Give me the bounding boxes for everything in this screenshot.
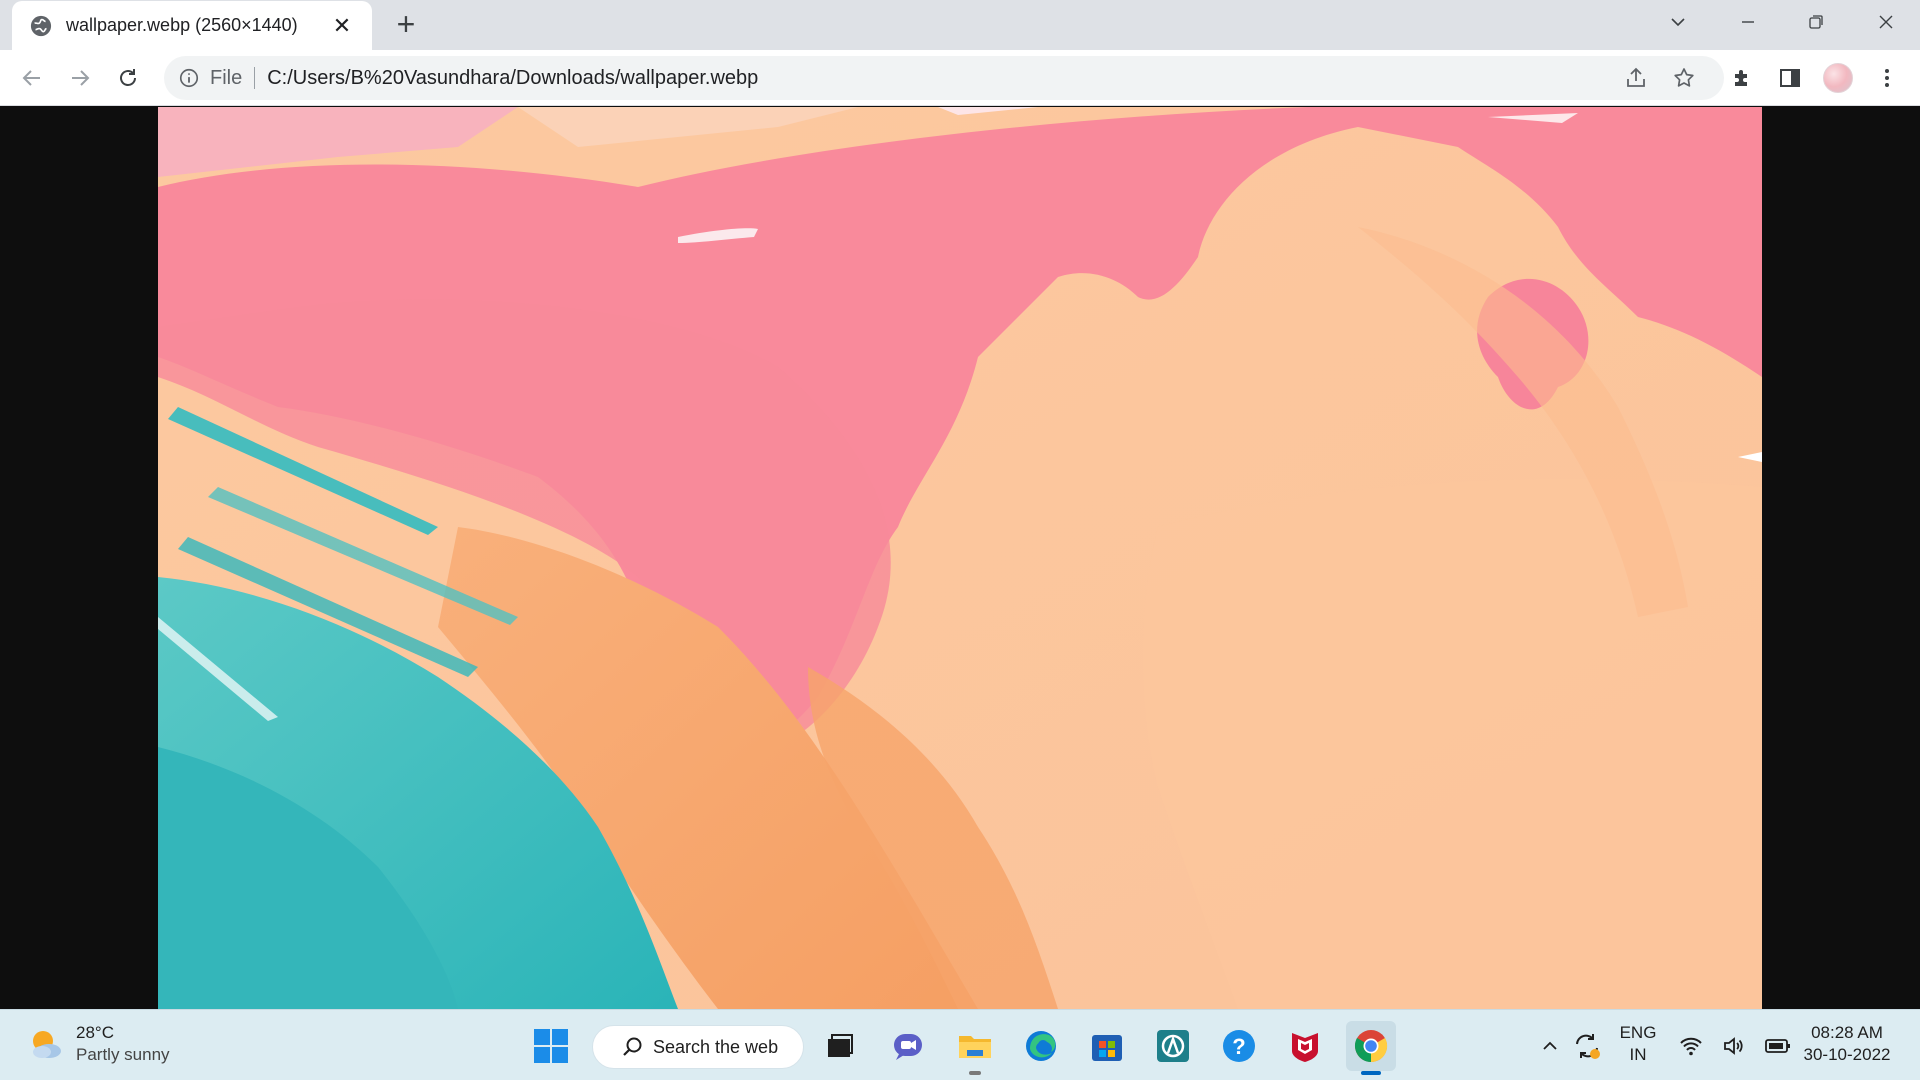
clock[interactable]: 08:28 AM 30-10-2022 (1794, 1022, 1900, 1066)
reload-icon (120, 69, 136, 86)
weather-condition: Partly sunny (76, 1045, 170, 1064)
scheme-label: File (210, 67, 256, 89)
file-explorer-running-indicator (969, 1071, 981, 1075)
weather-widget[interactable]: 28°C Partly sunny (28, 1022, 170, 1066)
chrome-icon (1354, 1030, 1388, 1063)
profile-avatar[interactable] (1823, 63, 1853, 93)
weather-temp: 28°C (76, 1023, 114, 1042)
taskbar: 28°C Partly sunny Search the web ? ENG I… (0, 1009, 1920, 1080)
close-tab-icon[interactable]: ✕ (330, 13, 354, 39)
task-view-button[interactable] (815, 1021, 865, 1071)
app-icon (1157, 1030, 1189, 1062)
forward-button[interactable] (62, 60, 98, 96)
windows-logo-icon (534, 1029, 568, 1063)
app-button[interactable] (1148, 1021, 1198, 1071)
help-icon: ? (1223, 1030, 1255, 1062)
globe-icon (30, 15, 52, 36)
arrow-right-icon (72, 70, 90, 86)
microsoft-store-button[interactable] (1082, 1021, 1132, 1071)
chrome-active-indicator (1361, 1071, 1381, 1075)
tab-title: wallpaper.webp (2560×1440) (66, 15, 298, 35)
extensions-puzzle-icon[interactable] (1728, 64, 1756, 92)
file-explorer-button[interactable] (950, 1021, 1000, 1071)
image-viewer (0, 107, 1920, 1009)
abstract-paint-artwork (158, 107, 1762, 1009)
minimize-button[interactable] (1720, 0, 1776, 44)
help-button[interactable]: ? (1214, 1021, 1264, 1071)
side-panel-icon[interactable] (1776, 64, 1804, 92)
quick-settings-button[interactable] (1670, 1021, 1800, 1071)
teams-chat-button[interactable] (883, 1021, 933, 1071)
chrome-button[interactable] (1346, 1021, 1396, 1071)
taskbar-search[interactable]: Search the web (592, 1025, 804, 1069)
chat-icon (894, 1034, 922, 1060)
partly-sunny-icon (33, 1031, 61, 1058)
folder-icon (959, 1036, 991, 1058)
more-menu-icon[interactable] (1873, 64, 1901, 92)
start-button[interactable] (526, 1021, 576, 1071)
language-code: ENG (1619, 1023, 1657, 1042)
search-label: Search the web (653, 1036, 779, 1057)
edge-icon (1026, 1031, 1056, 1061)
volume-icon (1724, 1037, 1743, 1055)
bookmark-star-icon[interactable] (1672, 66, 1696, 90)
wifi-icon (1680, 1037, 1703, 1056)
mcafee-button[interactable] (1280, 1021, 1330, 1071)
language-region: IN (1629, 1045, 1647, 1064)
clock-time: 08:28 AM (1811, 1023, 1883, 1042)
back-button[interactable] (14, 60, 50, 96)
new-tab-button[interactable]: + (390, 8, 422, 40)
wallpaper-image[interactable] (158, 107, 1762, 1009)
address-bar[interactable]: File C:/Users/B%20Vasundhara/Downloads/w… (164, 56, 1724, 100)
close-window-button[interactable] (1858, 0, 1914, 44)
share-icon[interactable] (1624, 66, 1648, 90)
browser-toolbar: File C:/Users/B%20Vasundhara/Downloads/w… (0, 50, 1920, 106)
reload-button[interactable] (110, 60, 146, 96)
tab-search-chevron-down-icon[interactable] (1650, 0, 1706, 44)
sync-icon (1576, 1034, 1600, 1059)
browser-tab[interactable]: wallpaper.webp (2560×1440) ✕ (12, 1, 372, 50)
svg-text:?: ? (1232, 1034, 1245, 1059)
info-icon[interactable] (178, 67, 200, 89)
search-icon (623, 1037, 642, 1056)
language-indicator[interactable]: ENG IN (1614, 1022, 1662, 1066)
task-view-icon (828, 1034, 853, 1057)
tab-strip: wallpaper.webp (2560×1440) ✕ + (0, 0, 1920, 50)
mcafee-shield-icon (1292, 1033, 1318, 1062)
restore-button[interactable] (1788, 0, 1844, 44)
arrow-left-icon (22, 70, 40, 86)
url-text[interactable]: C:/Users/B%20Vasundhara/Downloads/wallpa… (255, 67, 758, 90)
battery-icon (1764, 1039, 1790, 1053)
sync-status-button[interactable] (1562, 1021, 1612, 1071)
store-icon (1092, 1035, 1122, 1061)
chevron-up-icon (1543, 1041, 1557, 1050)
clock-date: 30-10-2022 (1803, 1045, 1891, 1064)
edge-browser-button[interactable] (1016, 1021, 1066, 1071)
